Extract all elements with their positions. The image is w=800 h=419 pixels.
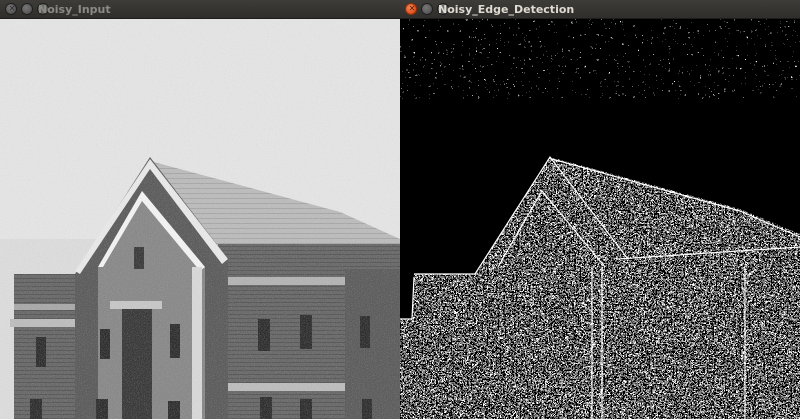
edge-map (400, 19, 800, 419)
minimize-icon[interactable] (421, 3, 433, 15)
titlebar[interactable]: ✕ Noisy_Input (0, 0, 400, 19)
window-title: Noisy_Edge_Detection (438, 3, 575, 16)
edge-detection-image (400, 19, 800, 419)
close-icon[interactable]: ✕ (405, 3, 417, 15)
close-icon[interactable]: ✕ (5, 3, 17, 15)
window-title: Noisy_Input (38, 3, 111, 16)
noisy-edge-detection-window[interactable]: ✕ Noisy_Edge_Detection (400, 0, 800, 419)
noisy-input-image (0, 19, 400, 419)
noisy-building-photo (0, 19, 400, 419)
titlebar[interactable]: ✕ Noisy_Edge_Detection (400, 0, 800, 19)
minimize-icon[interactable] (21, 3, 33, 15)
noisy-input-window[interactable]: ✕ Noisy_Input (0, 0, 400, 419)
